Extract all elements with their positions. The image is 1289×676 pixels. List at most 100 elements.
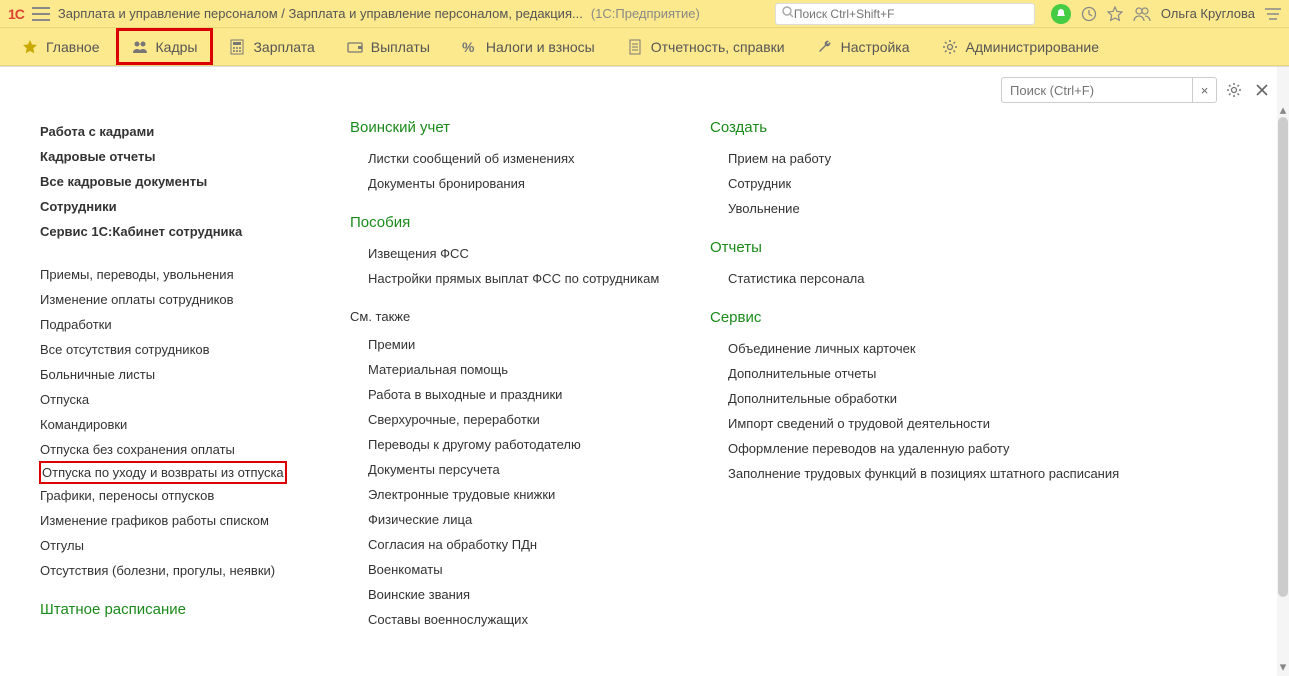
nav-vyplaty[interactable]: Выплаты [331,28,446,65]
link-item[interactable]: Приемы, переводы, увольнения [40,262,320,287]
section-head-servis[interactable]: Сервис [710,309,1130,326]
user-name[interactable]: Ольга Круглова [1161,6,1255,21]
section-head-posobiya[interactable]: Пособия [350,214,680,231]
wallet-icon [347,39,363,55]
panel-close-icon[interactable] [1251,79,1273,101]
link-item[interactable]: Отгулы [40,533,320,558]
columns: Работа с кадрами Кадровые отчеты Все кад… [0,67,1289,676]
panel-settings-icon[interactable] [1223,79,1245,101]
nav-main[interactable]: Главное [6,28,116,65]
link-item[interactable]: Настройки прямых выплат ФСС по сотрудник… [350,266,680,291]
col2-sec2: Извещения ФСС Настройки прямых выплат ФС… [350,241,680,291]
nav-admin[interactable]: Администрирование [926,28,1116,65]
clear-search-button[interactable]: × [1192,78,1216,102]
link-item[interactable]: Оформление переводов на удаленную работу [710,436,1130,461]
title-search[interactable] [775,3,1035,25]
nav-label: Главное [46,39,100,55]
title-search-input[interactable] [794,7,1028,21]
link-item[interactable]: Статистика персонала [710,266,1130,291]
link-item[interactable]: Листки сообщений об изменениях [350,146,680,171]
logo-1c: 1C [8,6,24,22]
nav-otchetnost[interactable]: Отчетность, справки [611,28,801,65]
scrollbar[interactable]: ▴ ▾ [1277,67,1289,676]
hamburger-icon[interactable] [32,7,50,21]
link-item[interactable]: Больничные листы [40,362,320,387]
link-item[interactable]: Премии [350,332,680,357]
people-icon [132,39,148,55]
link-item[interactable]: Подработки [40,312,320,337]
col3-sec1: Прием на работу Сотрудник Увольнение [710,146,1130,221]
link-item[interactable]: Объединение личных карточек [710,336,1130,361]
link-item[interactable]: Сервис 1С:Кабинет сотрудника [40,219,320,244]
link-item[interactable]: Командировки [40,412,320,437]
link-item[interactable]: Изменение оплаты сотрудников [40,287,320,312]
link-item[interactable]: Военкоматы [350,557,680,582]
col3-sec2: Статистика персонала [710,266,1130,291]
link-item[interactable]: Сверхурочные, переработки [350,407,680,432]
section-head-shtatnoe[interactable]: Штатное расписание [40,601,320,618]
link-item[interactable]: Согласия на обработку ПДн [350,532,680,557]
link-item[interactable]: Заполнение трудовых функций в позициях ш… [710,461,1130,486]
col2-sec1: Листки сообщений об изменениях Документы… [350,146,680,196]
link-item[interactable]: Физические лица [350,507,680,532]
link-item[interactable]: Сотрудники [40,194,320,219]
link-item[interactable]: Прием на работу [710,146,1130,171]
nav-label: Зарплата [253,39,314,55]
nav-label: Администрирование [966,39,1100,55]
col3-sec3: Объединение личных карточек Дополнительн… [710,336,1130,486]
col-2: Воинский учет Листки сообщений об измене… [350,119,710,676]
search-icon [782,6,794,21]
history-icon[interactable] [1081,6,1097,22]
link-item-highlighted[interactable]: Отпуска по уходу и возвраты из отпуска [40,462,286,483]
section-head-sozdat[interactable]: Создать [710,119,1130,136]
link-item[interactable]: Документы бронирования [350,171,680,196]
link-item[interactable]: Графики, переносы отпусков [40,483,320,508]
link-item[interactable]: Дополнительные отчеты [710,361,1130,386]
link-item[interactable]: Работа в выходные и праздники [350,382,680,407]
link-item[interactable]: Отпуска [40,387,320,412]
app-context: (1С:Предприятие) [591,6,700,21]
panel-search-input[interactable] [1002,83,1192,98]
link-item[interactable]: Все кадровые документы [40,169,320,194]
nav-label: Кадры [156,39,198,55]
link-item[interactable]: Составы военнослужащих [350,607,680,632]
link-item[interactable]: Импорт сведений о трудовой деятельности [710,411,1130,436]
link-item[interactable]: Воинские звания [350,582,680,607]
section-head-voinskiy[interactable]: Воинский учет [350,119,680,136]
link-item[interactable]: Работа с кадрами [40,119,320,144]
link-item[interactable]: Дополнительные обработки [710,386,1130,411]
link-item[interactable]: Электронные трудовые книжки [350,482,680,507]
link-item[interactable]: Документы персучета [350,457,680,482]
scrollbar-thumb[interactable] [1278,117,1288,597]
link-item[interactable]: Изменение графиков работы списком [40,508,320,533]
col2-sec3: Премии Материальная помощь Работа в выхо… [350,332,680,632]
menu-lines-icon[interactable] [1265,7,1281,21]
nav-zarplata[interactable]: Зарплата [213,28,330,65]
link-item[interactable]: Все отсутствия сотрудников [40,337,320,362]
link-item[interactable]: Отсутствия (болезни, прогулы, неявки) [40,558,320,583]
link-item[interactable]: Извещения ФСС [350,241,680,266]
notification-bell-icon[interactable] [1051,4,1071,24]
col-3: Создать Прием на работу Сотрудник Увольн… [710,119,1160,676]
section-head-otchety[interactable]: Отчеты [710,239,1130,256]
nav-nastroika[interactable]: Настройка [801,28,926,65]
nav-label: Выплаты [371,39,430,55]
scroll-down-icon[interactable]: ▾ [1277,660,1289,674]
doc-icon [627,39,643,55]
link-item[interactable]: Материальная помощь [350,357,680,382]
panel-search[interactable]: × [1001,77,1217,103]
link-item[interactable]: Сотрудник [710,171,1130,196]
section-head-seealso: См. также [350,309,680,324]
link-item[interactable]: Кадровые отчеты [40,144,320,169]
svg-text:%: % [462,39,475,55]
calc-icon [229,39,245,55]
gear-icon [942,39,958,55]
link-item[interactable]: Переводы к другому работодателю [350,432,680,457]
link-item[interactable]: Увольнение [710,196,1130,221]
link-item[interactable]: Отпуска без сохранения оплаты [40,437,320,462]
nav-nalogi[interactable]: % Налоги и взносы [446,28,611,65]
nav-kadry[interactable]: Кадры [116,28,214,65]
scroll-up-icon[interactable]: ▴ [1277,103,1289,117]
user-icon[interactable] [1133,6,1151,22]
favorite-star-icon[interactable] [1107,6,1123,22]
